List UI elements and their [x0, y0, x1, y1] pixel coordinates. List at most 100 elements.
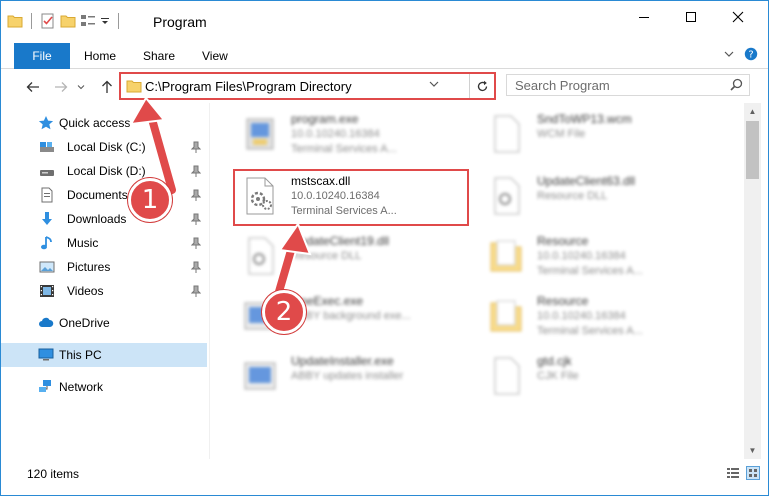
- new-folder-icon[interactable]: [60, 14, 76, 28]
- toolbar-separator: [118, 13, 119, 29]
- status-bar: 120 items: [1, 461, 768, 487]
- sidebar-item-local-disk-c[interactable]: Local Disk (C:): [1, 135, 207, 159]
- sidebar-item-label: Downloads: [67, 212, 127, 226]
- annotation-badge-2: 2: [262, 290, 306, 334]
- navigation-pane: Quick access Local Disk (C:) Local Disk …: [1, 103, 209, 461]
- minimize-button[interactable]: [621, 1, 667, 33]
- pin-icon[interactable]: [191, 285, 201, 297]
- view-toggle: [726, 466, 760, 480]
- pin-icon[interactable]: [191, 189, 201, 201]
- sidebar-item-documents[interactable]: Documents: [1, 183, 207, 207]
- file-item[interactable]: UpdateInstaller.exe ABBY updates install…: [233, 349, 473, 403]
- forward-button[interactable]: [51, 77, 71, 97]
- documents-icon: [41, 187, 53, 203]
- address-bar[interactable]: C:\Program Files\Program Directory: [119, 72, 496, 100]
- arrow-left-icon: [26, 82, 39, 92]
- pin-icon[interactable]: [191, 165, 201, 177]
- videos-icon: [40, 285, 54, 297]
- sidebar-item-music[interactable]: Music: [1, 231, 207, 255]
- sidebar-item-label: Documents: [67, 188, 128, 202]
- maximize-button[interactable]: [668, 1, 714, 33]
- file-item[interactable]: Resource 10.0.10240.16384 Terminal Servi…: [479, 289, 719, 343]
- pin-icon[interactable]: [191, 213, 201, 225]
- file-item[interactable]: program.exe 10.0.10240.16384 Terminal Se…: [233, 107, 473, 161]
- ribbon-tabs: File Home Share View ?: [1, 43, 768, 69]
- help-icon[interactable]: ?: [744, 47, 758, 61]
- music-icon: [41, 236, 52, 250]
- address-field[interactable]: C:\Program Files\Program Directory: [121, 74, 470, 98]
- pane-divider[interactable]: [209, 103, 210, 459]
- large-icons-view-icon[interactable]: [746, 466, 760, 480]
- window-title: Program: [153, 14, 207, 30]
- close-button[interactable]: [715, 1, 761, 33]
- sidebar-item-quick-access[interactable]: Quick access: [1, 111, 207, 135]
- sidebar-item-this-pc[interactable]: This PC: [1, 343, 207, 367]
- title-bar: Program: [1, 1, 768, 41]
- blank-file-icon: [494, 115, 520, 153]
- search-box[interactable]: Search Program: [506, 74, 750, 96]
- dll-icon: [248, 237, 274, 275]
- sidebar-item-videos[interactable]: Videos: [1, 279, 207, 303]
- tab-home[interactable]: Home: [84, 43, 116, 69]
- view-options-icon[interactable]: [80, 13, 96, 29]
- sidebar-item-onedrive[interactable]: OneDrive: [1, 311, 207, 335]
- search-input[interactable]: Search Program: [515, 78, 610, 93]
- tab-share[interactable]: Share: [143, 43, 175, 69]
- dll-icon: [494, 177, 520, 215]
- file-item[interactable]: Resource 10.0.10240.16384 Terminal Servi…: [479, 229, 719, 283]
- pin-icon[interactable]: [191, 237, 201, 249]
- file-name: UpdateInstaller.exe: [291, 354, 394, 368]
- file-type: WCM File: [537, 128, 586, 140]
- vertical-scrollbar[interactable]: ▲ ▼: [744, 103, 761, 459]
- network-icon: [39, 380, 51, 392]
- sidebar-item-local-disk-d[interactable]: Local Disk (D:): [1, 159, 207, 183]
- tab-file[interactable]: File: [14, 43, 70, 69]
- toolbar-separator: [31, 13, 32, 29]
- pin-icon[interactable]: [191, 261, 201, 273]
- file-name: Resource: [537, 234, 589, 248]
- svg-text:?: ?: [748, 50, 753, 61]
- selected-file-highlight: [233, 169, 469, 226]
- scroll-down-button[interactable]: ▼: [744, 442, 761, 459]
- chevron-down-icon: [77, 85, 85, 90]
- scroll-up-button[interactable]: ▲: [744, 103, 761, 120]
- address-path[interactable]: C:\Program Files\Program Directory: [145, 79, 352, 94]
- properties-icon[interactable]: [40, 13, 56, 29]
- sidebar-item-label: Network: [59, 380, 104, 394]
- sidebar-item-downloads[interactable]: Downloads: [1, 207, 207, 231]
- sidebar-item-label: Pictures: [67, 260, 111, 274]
- tab-view[interactable]: View: [202, 43, 228, 69]
- file-type: CJK File: [537, 370, 579, 382]
- computer-icon: [38, 348, 54, 361]
- annotation-badge-1: 1: [128, 178, 172, 222]
- close-icon: [732, 11, 744, 23]
- sidebar-item-label: Videos: [67, 284, 104, 298]
- refresh-icon: [477, 80, 487, 91]
- refresh-button[interactable]: [472, 76, 492, 96]
- file-item[interactable]: gtd.cjk CJK File: [479, 349, 719, 403]
- up-button[interactable]: [97, 77, 117, 97]
- back-button[interactable]: [23, 77, 43, 97]
- file-item[interactable]: SndToWP13.wcm WCM File: [479, 107, 719, 161]
- sidebar-item-pictures[interactable]: Pictures: [1, 255, 207, 279]
- sidebar-item-network[interactable]: Network: [1, 375, 207, 399]
- star-icon: [38, 116, 54, 130]
- file-description: ABBY updates installer: [291, 370, 404, 382]
- pin-icon[interactable]: [191, 141, 201, 153]
- scrollbar-thumb[interactable]: [746, 121, 759, 179]
- cloud-icon: [39, 317, 54, 327]
- chevron-down-icon[interactable]: [724, 49, 734, 59]
- search-icon[interactable]: [730, 78, 743, 91]
- customize-toolbar-icon[interactable]: [100, 16, 110, 26]
- file-name: UpdateClient19.dll: [291, 234, 390, 248]
- recent-locations-button[interactable]: [75, 77, 87, 97]
- folder-icon: [490, 240, 522, 272]
- file-name: UpdateClient63.dll: [537, 174, 636, 188]
- chevron-down-icon[interactable]: [429, 79, 439, 89]
- file-list: program.exe 10.0.10240.16384 Terminal Se…: [211, 103, 744, 459]
- drive-icon: [40, 142, 54, 152]
- file-item[interactable]: UpdateClient63.dll Resource DLL: [479, 169, 719, 223]
- file-item[interactable]: UpdateClient19.dll Resource DLL: [233, 229, 473, 283]
- details-view-icon[interactable]: [726, 466, 740, 480]
- sidebar-item-label: OneDrive: [59, 316, 110, 330]
